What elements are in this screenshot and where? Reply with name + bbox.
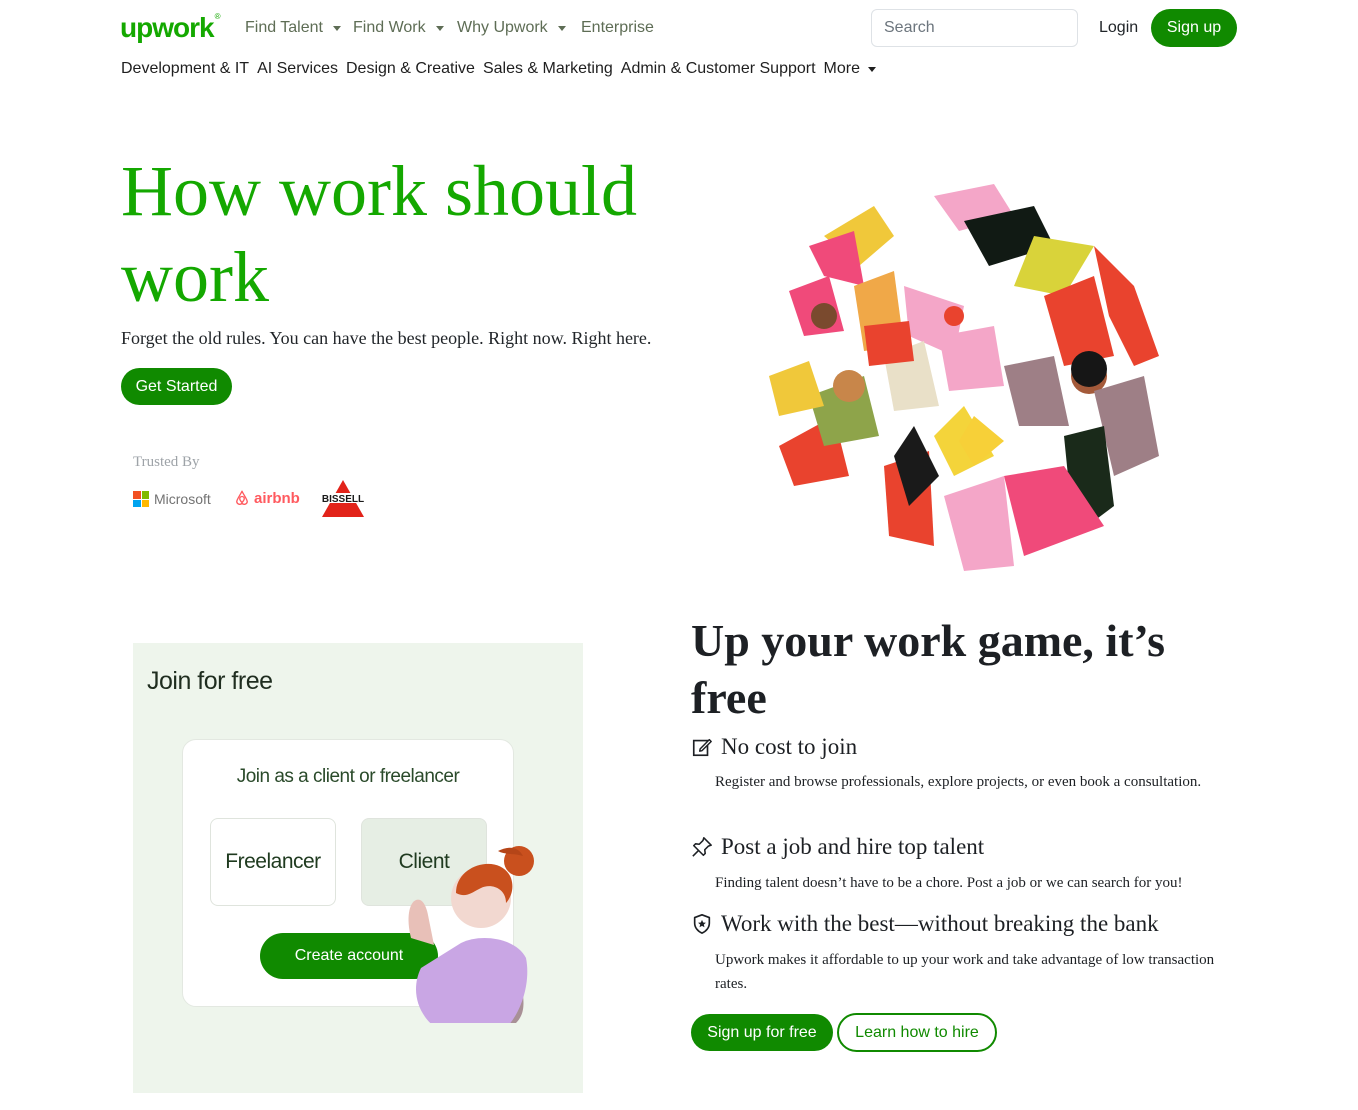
feature-work-best-title: Work with the best—without breaking the … <box>721 911 1159 936</box>
airbnb-belo-icon <box>236 490 248 505</box>
nav-find-talent[interactable]: Find Talent <box>245 19 341 37</box>
logo[interactable]: upwork® <box>120 12 221 44</box>
category-sales-marketing[interactable]: Sales & Marketing <box>483 60 613 78</box>
nav-find-work-label: Find Work <box>353 19 426 36</box>
category-more[interactable]: More <box>824 60 876 78</box>
airbnb-logo-text: airbnb <box>254 489 300 507</box>
freelancer-option: Freelancer <box>210 818 336 906</box>
chevron-down-icon <box>867 66 876 72</box>
join-card-title: Join as a client or freelancer <box>236 766 460 787</box>
feature-work-best-desc: Upwork makes it affordable to up your wo… <box>715 952 1215 992</box>
join-person-illustration: ✦ <box>408 846 534 1023</box>
category-development-it[interactable]: Development & IT <box>121 60 249 78</box>
edit-square-icon <box>692 738 712 757</box>
chevron-down-icon <box>332 25 341 31</box>
nav-find-talent-label: Find Talent <box>245 19 323 36</box>
category-admin-support[interactable]: Admin & Customer Support <box>621 60 816 78</box>
get-started-button[interactable]: Get Started <box>121 368 232 405</box>
shield-star-icon <box>693 914 711 934</box>
feature-work-best: Work with the best—without breaking the … <box>691 911 1159 937</box>
microsoft-grid-icon <box>133 491 149 507</box>
feature-no-cost-title: No cost to join <box>721 734 858 759</box>
section-title: Up your work game, it’s free <box>691 615 1166 723</box>
join-heading: Join for free <box>147 667 273 695</box>
hero-subtitle: Forget the old rules. You can have the b… <box>121 328 652 348</box>
hero-title: How work should work <box>121 151 637 317</box>
bissell-logo: BISSELL <box>314 480 372 517</box>
microsoft-logo-text: Microsoft <box>154 491 211 507</box>
category-design-creative[interactable]: Design & Creative <box>346 60 475 78</box>
bissell-logo-text: BISSELL <box>322 494 364 505</box>
signup-free-button[interactable]: Sign up for free <box>691 1014 833 1051</box>
feature-no-cost: No cost to join <box>691 734 857 760</box>
nav-enterprise[interactable]: Enterprise <box>581 19 654 37</box>
logo-text: upwork <box>120 12 215 43</box>
microsoft-logo: Microsoft <box>133 491 211 507</box>
nav-why-upwork-label: Why Upwork <box>457 19 548 36</box>
illustration-figures <box>769 184 1159 571</box>
search-input[interactable] <box>871 9 1078 47</box>
nav-enterprise-label: Enterprise <box>581 19 654 36</box>
airbnb-logo: airbnb <box>233 489 300 507</box>
nav-find-work[interactable]: Find Work <box>353 19 444 37</box>
trusted-by-label: Trusted By <box>133 454 200 470</box>
signup-button[interactable]: Sign up <box>1151 9 1237 47</box>
logo-trademark: ® <box>214 12 221 21</box>
category-nav: Development & IT AI Services Design & Cr… <box>121 60 876 78</box>
learn-how-to-hire-button[interactable]: Learn how to hire <box>837 1013 997 1052</box>
nav-why-upwork[interactable]: Why Upwork <box>457 19 566 37</box>
feature-post-job-desc: Finding talent doesn’t have to be a chor… <box>715 875 1183 891</box>
hero-illustration <box>769 184 1159 571</box>
feature-post-job: Post a job and hire top talent <box>691 834 984 860</box>
category-ai-services[interactable]: AI Services <box>257 60 338 78</box>
pin-icon <box>692 837 712 857</box>
category-more-label: More <box>823 60 860 77</box>
feature-no-cost-desc: Register and browse professionals, explo… <box>715 774 1202 790</box>
join-promo-image: Join for free Join as a client or freela… <box>133 643 583 1093</box>
chevron-down-icon <box>435 25 444 31</box>
feature-post-job-title: Post a job and hire top talent <box>721 834 985 859</box>
login-link[interactable]: Login <box>1099 19 1138 37</box>
chevron-down-icon <box>557 25 566 31</box>
